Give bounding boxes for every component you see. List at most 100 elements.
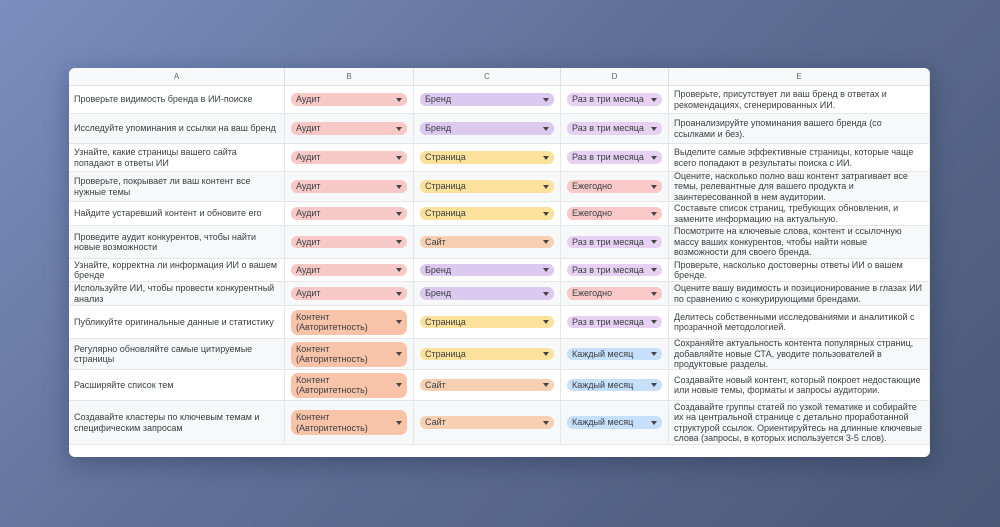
- dropdown-chip[interactable]: Контент (Авторитетность): [291, 341, 407, 367]
- dropdown-chip[interactable]: Раз в три месяца: [567, 315, 662, 329]
- dropdown-arrow-icon[interactable]: [543, 291, 549, 296]
- dropdown-arrow-icon[interactable]: [396, 291, 402, 296]
- dropdown-arrow-icon[interactable]: [651, 184, 657, 189]
- cell-e[interactable]: Оцените вашу видимость и позиционировани…: [669, 282, 930, 305]
- cell-a[interactable]: Проверьте видимость бренда в ИИ-поиске: [69, 86, 285, 113]
- dropdown-chip[interactable]: Ежегодно: [567, 287, 662, 300]
- cell-a[interactable]: Узнайте, корректна ли информация ИИ о ва…: [69, 259, 285, 281]
- dropdown-arrow-icon[interactable]: [651, 352, 657, 356]
- dropdown-arrow-icon[interactable]: [396, 126, 402, 131]
- dropdown-chip[interactable]: Бренд: [420, 122, 554, 135]
- dropdown-chip[interactable]: Раз в три месяца: [567, 263, 662, 277]
- dropdown-chip[interactable]: Бренд: [420, 263, 554, 277]
- cell-e[interactable]: Оцените, насколько полно ваш контент зат…: [669, 172, 930, 201]
- dropdown-chip[interactable]: Каждый месяц: [567, 416, 662, 429]
- dropdown-chip[interactable]: Сайт: [420, 416, 554, 429]
- dropdown-arrow-icon[interactable]: [396, 352, 402, 356]
- cell-e[interactable]: Создавайте новый контент, который покрое…: [669, 370, 930, 400]
- dropdown-chip[interactable]: Бренд: [420, 287, 554, 300]
- cell-e[interactable]: Создавайте группы статей по узкой темати…: [669, 401, 930, 444]
- cell-a[interactable]: Создавайте кластеры по ключевым темам и …: [69, 401, 285, 444]
- cell-e[interactable]: Проверьте, насколько достоверны ответы И…: [669, 259, 930, 281]
- dropdown-chip[interactable]: Аудит: [291, 180, 407, 193]
- dropdown-arrow-icon[interactable]: [543, 240, 549, 244]
- cell-e[interactable]: Делитесь собственными исследованиями и а…: [669, 306, 930, 338]
- dropdown-arrow-icon[interactable]: [396, 383, 402, 387]
- dropdown-arrow-icon[interactable]: [396, 268, 402, 272]
- cell-e[interactable]: Сохраняйте актуальность контента популяр…: [669, 339, 930, 369]
- cell-e[interactable]: Посмотрите на ключевые слова, контент и …: [669, 226, 930, 258]
- dropdown-arrow-icon[interactable]: [651, 320, 657, 324]
- dropdown-chip[interactable]: Аудит: [291, 235, 407, 249]
- column-header-d[interactable]: D: [561, 68, 669, 85]
- dropdown-chip[interactable]: Сайт: [420, 235, 554, 249]
- dropdown-chip[interactable]: Раз в три месяца: [567, 93, 662, 106]
- dropdown-arrow-icon[interactable]: [543, 352, 549, 356]
- dropdown-arrow-icon[interactable]: [543, 420, 549, 425]
- cell-a[interactable]: Публикуйте оригинальные данные и статист…: [69, 306, 285, 338]
- dropdown-arrow-icon[interactable]: [396, 184, 402, 189]
- dropdown-chip[interactable]: Каждый месяц: [567, 378, 662, 392]
- column-header-e[interactable]: E: [669, 68, 930, 85]
- dropdown-arrow-icon[interactable]: [543, 383, 549, 387]
- dropdown-arrow-icon[interactable]: [396, 420, 402, 425]
- dropdown-chip[interactable]: Страница: [420, 347, 554, 361]
- cell-e[interactable]: Выделите самые эффективные страницы, кот…: [669, 144, 930, 171]
- dropdown-arrow-icon[interactable]: [543, 184, 549, 189]
- dropdown-arrow-icon[interactable]: [543, 211, 549, 216]
- dropdown-chip[interactable]: Аудит: [291, 263, 407, 277]
- column-header-a[interactable]: A: [69, 68, 285, 85]
- dropdown-arrow-icon[interactable]: [543, 97, 549, 102]
- dropdown-chip[interactable]: Ежегодно: [567, 207, 662, 220]
- dropdown-arrow-icon[interactable]: [651, 126, 657, 131]
- dropdown-arrow-icon[interactable]: [651, 97, 657, 102]
- dropdown-arrow-icon[interactable]: [651, 155, 657, 160]
- cell-a[interactable]: Регулярно обновляйте самые цитируемые ст…: [69, 339, 285, 369]
- dropdown-chip[interactable]: Контент (Авторитетность): [291, 309, 407, 335]
- dropdown-arrow-icon[interactable]: [651, 420, 657, 425]
- dropdown-chip[interactable]: Раз в три месяца: [567, 122, 662, 135]
- dropdown-arrow-icon[interactable]: [543, 155, 549, 160]
- dropdown-arrow-icon[interactable]: [396, 211, 402, 216]
- dropdown-chip[interactable]: Страница: [420, 151, 554, 164]
- dropdown-arrow-icon[interactable]: [543, 126, 549, 131]
- dropdown-arrow-icon[interactable]: [396, 155, 402, 160]
- cell-a[interactable]: Расширяйте список тем: [69, 370, 285, 400]
- cell-a[interactable]: Используйте ИИ, чтобы провести конкурент…: [69, 282, 285, 305]
- dropdown-chip[interactable]: Каждый месяц: [567, 347, 662, 361]
- dropdown-chip[interactable]: Страница: [420, 315, 554, 329]
- cell-e[interactable]: Проверьте, присутствует ли ваш бренд в о…: [669, 86, 930, 113]
- column-header-b[interactable]: B: [285, 68, 414, 85]
- dropdown-chip[interactable]: Сайт: [420, 378, 554, 392]
- dropdown-arrow-icon[interactable]: [543, 320, 549, 324]
- dropdown-arrow-icon[interactable]: [396, 240, 402, 244]
- dropdown-chip[interactable]: Аудит: [291, 122, 407, 135]
- dropdown-chip[interactable]: Аудит: [291, 207, 407, 220]
- dropdown-chip[interactable]: Раз в три месяца: [567, 235, 662, 249]
- dropdown-chip[interactable]: Бренд: [420, 93, 554, 106]
- cell-a[interactable]: Проверьте, покрывает ли ваш контент все …: [69, 172, 285, 201]
- dropdown-chip[interactable]: Аудит: [291, 287, 407, 300]
- dropdown-chip[interactable]: Страница: [420, 207, 554, 220]
- cell-a[interactable]: Исследуйте упоминания и ссылки на ваш бр…: [69, 114, 285, 143]
- column-header-c[interactable]: C: [414, 68, 561, 85]
- dropdown-arrow-icon[interactable]: [651, 240, 657, 244]
- dropdown-arrow-icon[interactable]: [543, 268, 549, 272]
- dropdown-chip[interactable]: Ежегодно: [567, 180, 662, 193]
- dropdown-chip[interactable]: Контент (Авторитетность): [291, 410, 407, 435]
- dropdown-chip[interactable]: Контент (Авторитетность): [291, 372, 407, 398]
- dropdown-chip[interactable]: Аудит: [291, 93, 407, 106]
- dropdown-arrow-icon[interactable]: [396, 320, 402, 324]
- dropdown-arrow-icon[interactable]: [396, 97, 402, 102]
- cell-a[interactable]: Найдите устаревший контент и обновите ег…: [69, 202, 285, 225]
- dropdown-chip[interactable]: Раз в три месяца: [567, 151, 662, 164]
- dropdown-arrow-icon[interactable]: [651, 268, 657, 272]
- dropdown-arrow-icon[interactable]: [651, 211, 657, 216]
- dropdown-arrow-icon[interactable]: [651, 291, 657, 296]
- cell-a[interactable]: Узнайте, какие страницы вашего сайта поп…: [69, 144, 285, 171]
- cell-e[interactable]: Проанализируйте упоминания вашего бренда…: [669, 114, 930, 143]
- cell-e[interactable]: Составьте список страниц, требующих обно…: [669, 202, 930, 225]
- dropdown-chip[interactable]: Страница: [420, 180, 554, 193]
- cell-a[interactable]: Проведите аудит конкурентов, чтобы найти…: [69, 226, 285, 258]
- dropdown-arrow-icon[interactable]: [651, 383, 657, 387]
